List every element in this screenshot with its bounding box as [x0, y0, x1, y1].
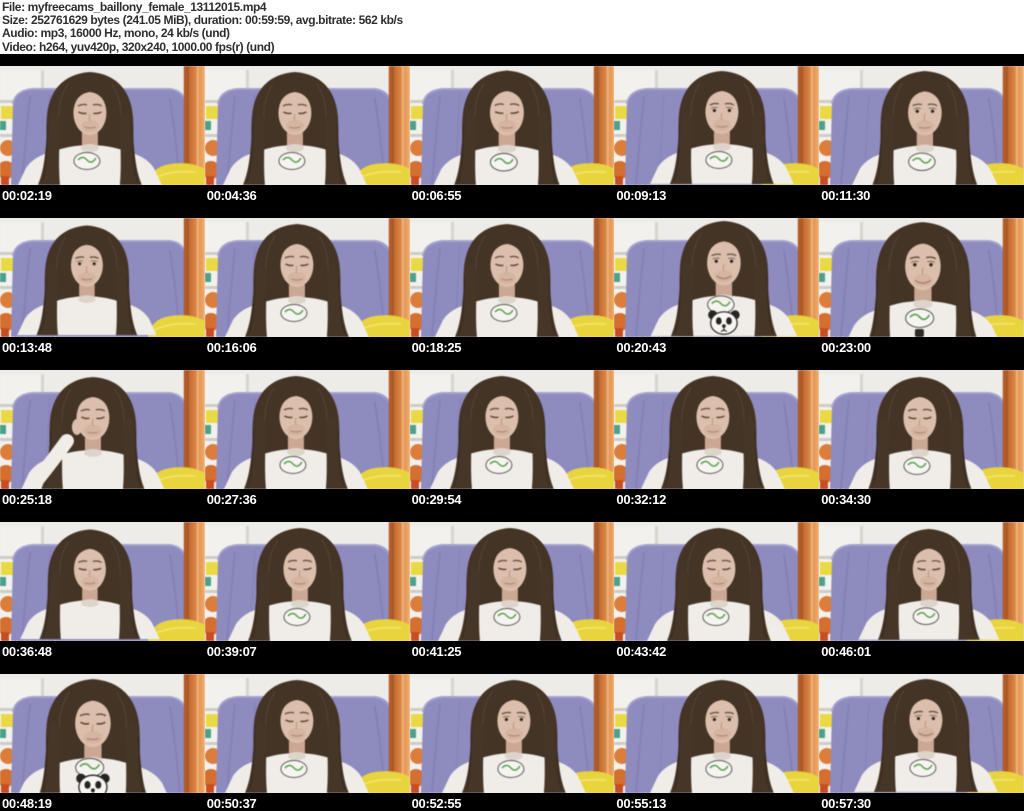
frame-timestamp: 00:27:36 [206, 492, 257, 507]
video-frame-thumbnail [614, 66, 820, 185]
video-frame-cell: 00:02:19 [0, 66, 205, 218]
video-frame-thumbnail [0, 66, 205, 185]
meta-value-video: h264, yuv420p, 320x240, 1000.00 fps(r) (… [39, 39, 275, 54]
frame-timestamp: 00:48:19 [2, 796, 52, 811]
video-frame-cell: 00:09:13 [614, 66, 820, 218]
meta-label-size: Size: [2, 13, 29, 28]
video-frame-cell: 00:43:42 [614, 522, 820, 674]
video-frame-thumbnail [0, 370, 205, 489]
thumbnail-grid: 00:02:19 00:04:36 00:06:55 00:09:13 00:1… [0, 66, 1024, 811]
video-frame-cell: 00:04:36 [204, 66, 410, 218]
frame-timestamp: 00:43:42 [616, 644, 667, 659]
video-frame-cell: 00:25:18 [0, 370, 205, 522]
video-frame-thumbnail [0, 218, 205, 337]
frame-timestamp: 00:04:36 [206, 188, 257, 203]
video-frame-thumbnail [614, 522, 820, 641]
file-metadata-header: File: myfreecams_baillony_female_1311201… [0, 0, 1024, 54]
frame-timestamp: 00:11:30 [821, 188, 871, 203]
frame-timestamp: 00:52:55 [411, 796, 462, 811]
frame-timestamp: 00:55:13 [616, 796, 667, 811]
meta-value-size: 252761629 bytes (241.05 MiB), duration: … [30, 13, 403, 28]
video-frame-cell: 00:16:06 [204, 218, 410, 370]
video-frame-cell: 00:18:25 [409, 218, 615, 370]
video-frame-thumbnail [409, 66, 615, 185]
meta-label-video: Video: [2, 39, 37, 54]
frame-timestamp: 00:50:37 [206, 796, 257, 811]
video-frame-cell: 00:57:30 [819, 674, 1024, 811]
frame-timestamp: 00:32:12 [616, 492, 667, 507]
video-frame-thumbnail [819, 66, 1024, 185]
video-frame-thumbnail [614, 370, 820, 489]
frame-timestamp: 00:39:07 [206, 644, 257, 659]
video-frame-thumbnail [204, 674, 410, 793]
video-frame-cell: 00:46:01 [819, 522, 1024, 674]
meta-line-video: Video: h264, yuv420p, 320x240, 1000.00 f… [2, 39, 1020, 54]
frame-timestamp: 00:25:18 [2, 492, 52, 507]
video-frame-thumbnail [409, 218, 615, 337]
video-frame-thumbnail [204, 218, 410, 337]
video-frame-cell: 00:13:48 [0, 218, 205, 370]
frame-timestamp: 00:02:19 [2, 188, 52, 203]
frame-timestamp: 00:41:25 [411, 644, 462, 659]
meta-label-audio: Audio: [2, 26, 38, 41]
frame-timestamp: 00:13:48 [2, 340, 52, 355]
frame-timestamp: 00:34:30 [821, 492, 871, 507]
video-frame-thumbnail [819, 218, 1024, 337]
video-frame-thumbnail [204, 370, 410, 489]
video-frame-thumbnail [409, 674, 615, 793]
video-frame-cell: 00:36:48 [0, 522, 205, 674]
frame-timestamp: 00:09:13 [616, 188, 667, 203]
video-frame-thumbnail [409, 370, 615, 489]
video-frame-cell: 00:06:55 [409, 66, 615, 218]
video-frame-cell: 00:32:12 [614, 370, 820, 522]
video-frame-thumbnail [0, 522, 205, 641]
video-frame-cell: 00:23:00 [819, 218, 1024, 370]
video-frame-cell: 00:20:43 [614, 218, 820, 370]
video-frame-thumbnail [819, 674, 1024, 793]
video-frame-thumbnail [614, 674, 820, 793]
video-frame-cell: 00:52:55 [409, 674, 615, 811]
frame-timestamp: 00:23:00 [821, 340, 871, 355]
video-frame-cell: 00:29:54 [409, 370, 615, 522]
video-frame-cell: 00:34:30 [819, 370, 1024, 522]
thumbnail-sheet: File: myfreecams_baillony_female_1311201… [0, 0, 1024, 811]
frame-timestamp: 00:46:01 [821, 644, 871, 659]
meta-value-file: myfreecams_baillony_female_13112015.mp4 [27, 0, 267, 14]
video-frame-thumbnail [204, 522, 410, 641]
video-frame-cell: 00:41:25 [409, 522, 615, 674]
video-frame-thumbnail [819, 522, 1024, 641]
video-frame-cell: 00:27:36 [204, 370, 410, 522]
frame-timestamp: 00:36:48 [2, 644, 52, 659]
video-frame-cell: 00:11:30 [819, 66, 1024, 218]
video-frame-thumbnail [614, 218, 820, 337]
meta-value-audio: mp3, 16000 Hz, mono, 24 kb/s (und) [40, 26, 231, 41]
frame-timestamp: 00:18:25 [411, 340, 462, 355]
frame-timestamp: 00:06:55 [411, 188, 462, 203]
video-frame-cell: 00:55:13 [614, 674, 820, 811]
video-frame-thumbnail [204, 66, 410, 185]
video-frame-cell: 00:39:07 [204, 522, 410, 674]
meta-label-file: File: [2, 0, 25, 14]
video-frame-thumbnail [409, 522, 615, 641]
frame-timestamp: 00:16:06 [206, 340, 257, 355]
frame-timestamp: 00:29:54 [411, 492, 462, 507]
video-frame-cell: 00:48:19 [0, 674, 205, 811]
video-frame-thumbnail [819, 370, 1024, 489]
video-frame-thumbnail [0, 674, 205, 793]
video-frame-cell: 00:50:37 [204, 674, 410, 811]
frame-timestamp: 00:57:30 [821, 796, 871, 811]
frame-timestamp: 00:20:43 [616, 340, 667, 355]
